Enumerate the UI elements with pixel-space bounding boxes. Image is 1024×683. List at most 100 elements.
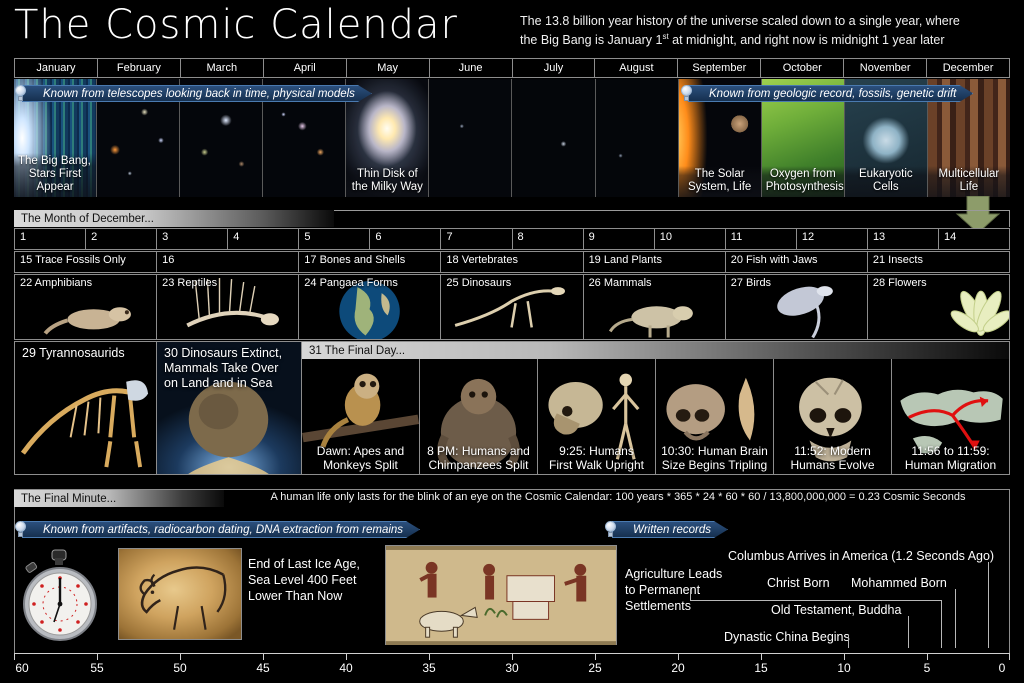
december-day-16[interactable]: 16 — [157, 252, 300, 272]
month-cell-august[interactable]: August — [595, 59, 679, 77]
december-day-30[interactable]: 30 Dinosaurs Extinct, Mammals Take Over … — [157, 342, 302, 474]
caption-modern-humans: 11:52: Modern Humans Evolve — [790, 444, 875, 472]
annotation-christ-born: Christ Born — [767, 576, 830, 590]
december-day-27[interactable]: 27 Birds — [725, 275, 868, 339]
december-day-26[interactable]: 26 Mammals — [583, 275, 726, 339]
caption-humans-chimps: 8 PM: Humans and Chimpanzees Split — [427, 444, 530, 472]
axis-tick-45 — [263, 653, 264, 660]
final-day-event-dawn-apes[interactable]: Dawn: Apes and Monkeys Split — [302, 359, 420, 474]
december-day-3[interactable]: 3 — [157, 229, 229, 249]
day-22-label: 22 Amphibians — [20, 277, 93, 289]
leader-line-old-testament — [908, 616, 909, 648]
month-cell-october[interactable]: October — [761, 59, 845, 77]
december-day-23[interactable]: 23 Reptiles — [157, 275, 300, 339]
annotation-columbus: Columbus Arrives in America (1.2 Seconds… — [728, 549, 995, 563]
deep-space-image — [429, 79, 512, 197]
december-day-11[interactable]: 11 — [725, 229, 797, 249]
december-day-12[interactable]: 12 — [796, 229, 868, 249]
axis-label-50: 50 — [173, 661, 187, 675]
axis-label-20: 20 — [671, 661, 685, 675]
egyptian-mural-image — [385, 545, 617, 646]
banner-artifacts: Known from artifacts, radiocarbon dating… — [22, 521, 420, 538]
month-cell-april[interactable]: April — [263, 59, 347, 77]
december-final-days-row: 29 Tyrannosaurids 30 Dinosaurs Extinct, … — [14, 341, 1010, 475]
axis-tick-20 — [678, 653, 679, 660]
day-28-label: 28 Flowers — [872, 277, 927, 289]
december-day-2[interactable]: 2 — [86, 229, 158, 249]
december-day-1[interactable]: 1 — [15, 229, 87, 249]
month-cell-november[interactable]: November — [844, 59, 928, 77]
final-day-event-brain-tripling[interactable]: 10:30: Human Brain Size Begins Tripling — [656, 359, 774, 474]
december-days-1-14-row: 1 2 3 4 5 6 7 8 9 10 11 12 13 14 — [14, 228, 1010, 250]
day-23-label: 23 Reptiles — [162, 277, 218, 289]
december-day-21[interactable]: 21 Insects — [867, 252, 1009, 272]
december-day-24[interactable]: 24 Pangaea Forms — [299, 275, 442, 339]
final-day-event-human-migration[interactable]: 11:56 to 11:59: Human Migration — [892, 359, 1009, 474]
page-title: The Cosmic Calendar — [14, 2, 458, 48]
year-cell-june[interactable] — [429, 79, 513, 197]
december-day-14[interactable]: 14 — [939, 229, 1010, 249]
december-header: The Month of December... — [14, 210, 334, 227]
month-cell-may[interactable]: May — [346, 59, 430, 77]
december-day-10[interactable]: 10 — [654, 229, 726, 249]
december-day-5[interactable]: 5 — [299, 229, 371, 249]
axis-tick-30 — [512, 653, 513, 660]
final-day-event-modern-humans[interactable]: 11:52: Modern Humans Evolve — [774, 359, 892, 474]
december-day-4[interactable]: 4 — [228, 229, 300, 249]
leader-line-columbus — [988, 562, 989, 648]
axis-label-45: 45 — [256, 661, 270, 675]
month-cell-december[interactable]: December — [927, 59, 1010, 77]
december-day-25[interactable]: 25 Dinosaurs — [441, 275, 584, 339]
annotation-mohammed-born: Mohammed Born — [851, 576, 947, 590]
caption-oxygen: Oxygen from Photosynthesis — [761, 166, 844, 197]
axis-tick-35 — [429, 653, 430, 660]
day-30-label: 30 Dinosaurs Extinct, Mammals Take Over … — [164, 346, 283, 390]
month-cell-february[interactable]: February — [97, 59, 181, 77]
year-cell-august[interactable] — [595, 79, 679, 197]
december-day-17[interactable]: 17 Bones and Shells — [299, 252, 442, 272]
year-cell-july[interactable] — [512, 79, 596, 197]
axis-tick-15 — [761, 653, 762, 660]
month-cell-june[interactable]: June — [429, 59, 513, 77]
stopwatch-icon — [23, 549, 97, 641]
december-day-20[interactable]: 20 Fish with Jaws — [725, 252, 868, 272]
subtitle-line-1: The 13.8 billion year history of the uni… — [520, 14, 960, 28]
final-minute-header: The Final Minute... — [14, 490, 224, 507]
infographic-root: The Cosmic Calendar The 13.8 billion yea… — [0, 0, 1024, 683]
december-days-15-21-row: 15 Trace Fossils Only 16 17 Bones and Sh… — [14, 251, 1010, 273]
subtitle-line-2: the Big Bang is January 1st at midnight,… — [520, 32, 945, 48]
december-days-22-28-row: 22 Amphibians 23 Reptiles 24 Pangaea For… — [14, 274, 1010, 340]
axis-label-60: 60 — [15, 661, 29, 675]
december-day-19[interactable]: 19 Land Plants — [583, 252, 726, 272]
month-cell-march[interactable]: March — [180, 59, 264, 77]
final-day-event-humans-chimps[interactable]: 8 PM: Humans and Chimpanzees Split — [420, 359, 538, 474]
axis-tick-60 — [14, 653, 15, 660]
axis-tick-40 — [346, 653, 347, 660]
month-cell-september[interactable]: September — [678, 59, 762, 77]
december-day-28[interactable]: 28 Flowers — [867, 275, 1009, 339]
december-day-22[interactable]: 22 Amphibians — [15, 275, 158, 339]
cave-painting-image — [118, 548, 242, 640]
month-cell-july[interactable]: July — [512, 59, 596, 77]
banner-written-records: Written records — [612, 521, 728, 538]
december-day-13[interactable]: 13 — [867, 229, 940, 249]
caption-dawn-apes: Dawn: Apes and Monkeys Split — [316, 444, 405, 472]
december-day-15[interactable]: 15 Trace Fossils Only — [15, 252, 158, 272]
day-26-label: 26 Mammals — [588, 277, 652, 289]
final-day-event-walk-upright[interactable]: 9:25: Humans First Walk Upright — [538, 359, 656, 474]
lightbulb-icon — [680, 85, 693, 102]
december-day-9[interactable]: 9 — [583, 229, 655, 249]
december-day-6[interactable]: 6 — [370, 229, 442, 249]
december-day-7[interactable]: 7 — [441, 229, 513, 249]
lightbulb-icon — [604, 521, 617, 538]
month-cell-january[interactable]: January — [15, 59, 98, 77]
axis-label-10: 10 — [837, 661, 851, 675]
caption-eukaryotic: Eukaryotic Cells — [844, 166, 927, 197]
tyrannosaur-skeleton-image — [20, 380, 149, 468]
final-day-cells: Dawn: Apes and Monkeys Split 8 PM: Human… — [302, 359, 1009, 474]
december-day-8[interactable]: 8 — [512, 229, 584, 249]
december-day-29[interactable]: 29 Tyrannosaurids — [15, 342, 157, 474]
banner-geologic-record: Known from geologic record, fossils, gen… — [688, 85, 973, 102]
december-day-18[interactable]: 18 Vertebrates — [441, 252, 584, 272]
axis-label-40: 40 — [339, 661, 353, 675]
